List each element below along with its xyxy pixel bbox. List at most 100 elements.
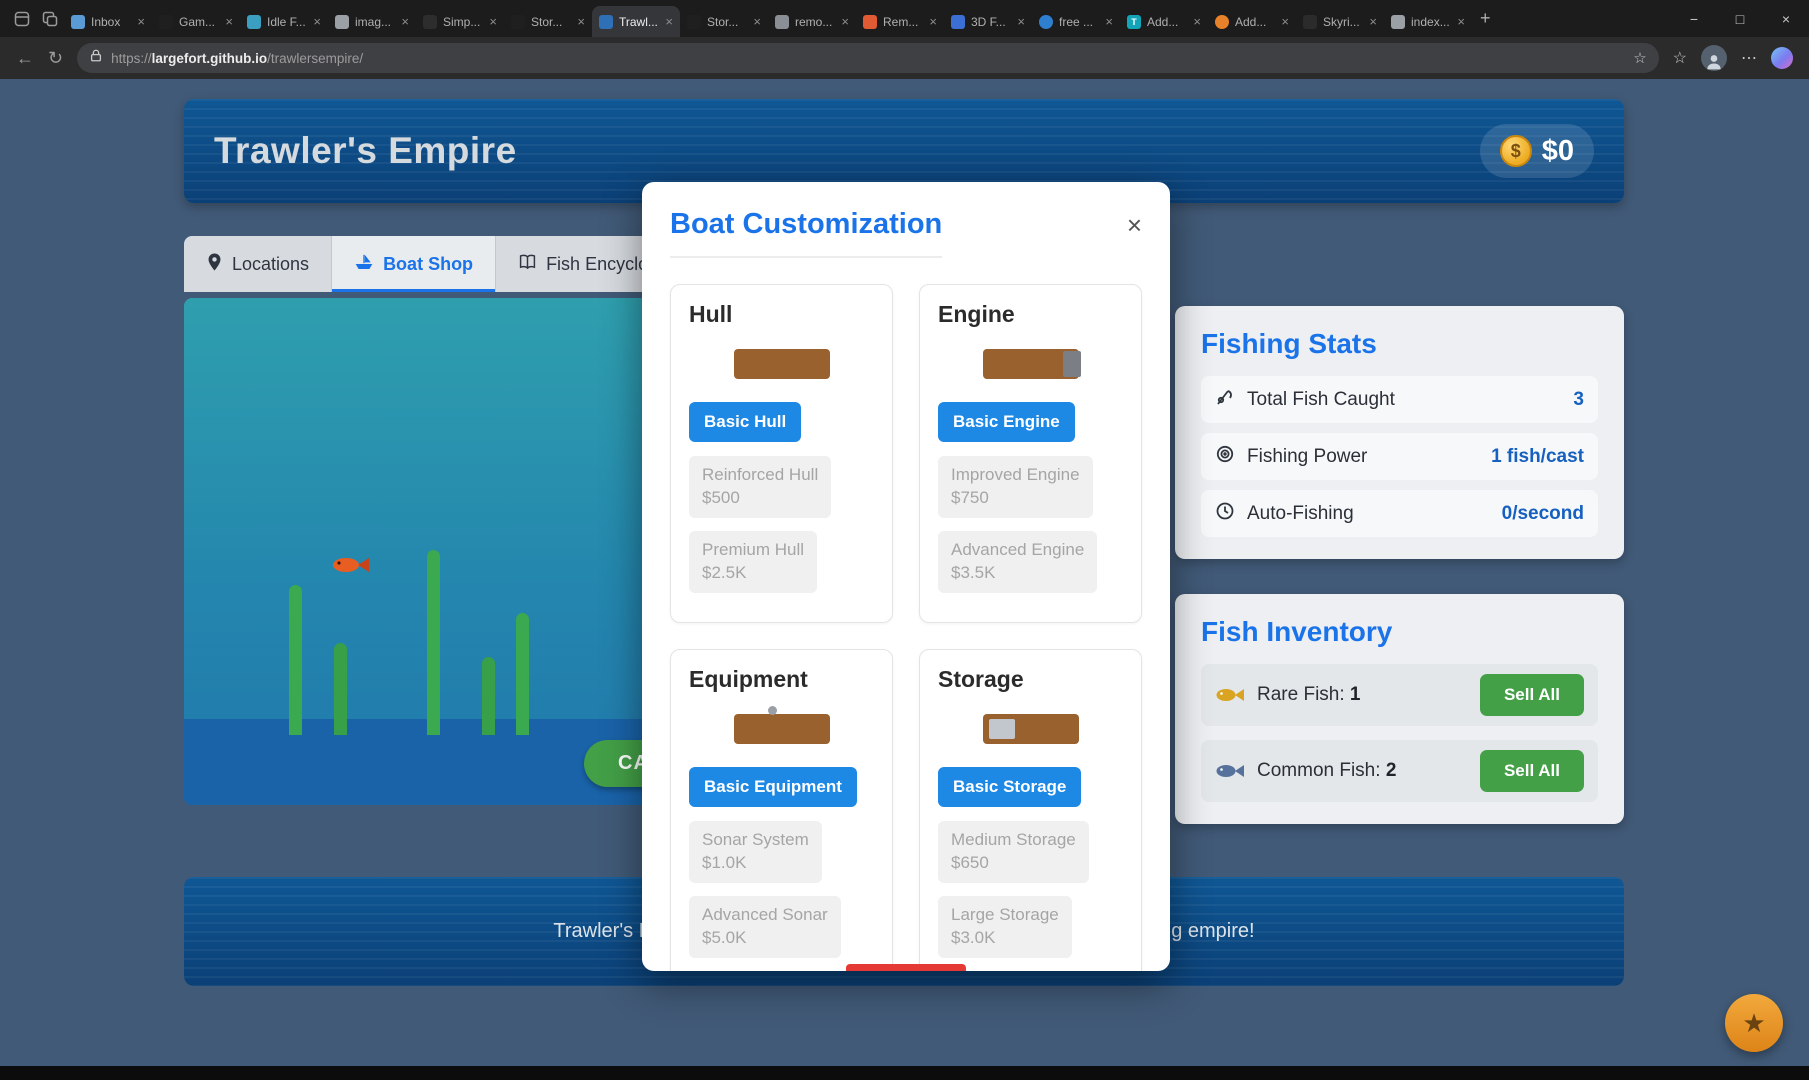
back-button[interactable]: ← — [16, 48, 34, 69]
stat-label: Total Fish Caught — [1247, 389, 1395, 411]
advanced-engine-button[interactable]: Advanced Engine$3.5K — [938, 531, 1097, 593]
browser-tab[interactable]: 3D F...× — [944, 6, 1032, 37]
browser-tab[interactable]: Inbox× — [64, 6, 152, 37]
browser-tab[interactable]: Stor... × — [680, 6, 768, 37]
url-field[interactable]: https://largefort.github.io/trawlersempi… — [77, 43, 1659, 73]
tab-close-icon[interactable]: × — [1017, 14, 1025, 29]
medium-storage-button[interactable]: Medium Storage$650 — [938, 821, 1089, 883]
bookmark-star-icon[interactable]: ☆ — [1633, 49, 1646, 67]
tab-close-icon[interactable]: × — [137, 14, 145, 29]
tab-close-icon[interactable]: × — [841, 14, 849, 29]
tab-title: Stor... — [707, 15, 747, 29]
browser-tab[interactable]: Stor...× — [504, 6, 592, 37]
tab-title: Rem... — [883, 15, 923, 29]
maximize-button[interactable]: □ — [1717, 0, 1763, 37]
profile-avatar[interactable] — [1701, 45, 1727, 71]
browser-tab[interactable]: Gam... × — [152, 6, 240, 37]
sonar-system-button[interactable]: Sonar System$1.0K — [689, 821, 822, 883]
tab-close-icon[interactable]: × — [225, 14, 233, 29]
tab-close-icon[interactable]: × — [401, 14, 409, 29]
url-text[interactable]: https://largefort.github.io/trawlersempi… — [111, 51, 363, 66]
new-tab-button[interactable]: + — [1480, 8, 1491, 29]
browser-tab[interactable]: Skyri... × — [1296, 6, 1384, 37]
browser-tab[interactable]: index...× — [1384, 6, 1472, 37]
storage-preview — [938, 697, 1123, 761]
close-window-button[interactable]: × — [1763, 0, 1809, 37]
boat-icon — [354, 252, 374, 276]
basic-storage-button[interactable]: Basic Storage — [938, 767, 1081, 807]
tab-favicon-letter: T — [1131, 17, 1137, 27]
tab-title: Add... — [1235, 15, 1275, 29]
site-info-lock-icon[interactable] — [89, 48, 103, 68]
stat-row-fishing-power: Fishing Power 1 fish/cast — [1201, 433, 1598, 480]
modal-close-icon[interactable]: × — [1127, 212, 1142, 238]
section-title: Hull — [689, 301, 874, 328]
browser-tab[interactable]: free ...× — [1032, 6, 1120, 37]
tab-favicon — [863, 15, 877, 29]
minimize-button[interactable]: − — [1671, 0, 1717, 37]
advanced-sonar-button[interactable]: Advanced Sonar$5.0K — [689, 896, 841, 958]
refresh-button[interactable]: ↻ — [48, 48, 63, 69]
section-storage: Storage Basic Storage Medium Storage$650… — [919, 649, 1142, 971]
reinforced-hull-button[interactable]: Reinforced Hull$500 — [689, 456, 831, 518]
stat-label: Auto-Fishing — [1247, 503, 1354, 525]
browser-tab[interactable]: Idle F...× — [240, 6, 328, 37]
tab-favicon — [1039, 15, 1053, 29]
tab-locations[interactable]: Locations — [184, 236, 332, 292]
tab-label: Boat Shop — [383, 254, 473, 275]
tab-boat-shop[interactable]: Boat Shop — [332, 236, 496, 292]
stat-value: 0/second — [1502, 503, 1584, 525]
tab-activity-icon[interactable] — [8, 11, 36, 27]
settings-more-icon[interactable]: ⋯ — [1741, 48, 1757, 68]
tab-close-icon[interactable]: × — [665, 14, 673, 29]
boat-hull-shape — [734, 349, 830, 379]
workspaces-icon[interactable] — [36, 11, 64, 27]
tab-close-icon[interactable]: × — [1281, 14, 1289, 29]
tab-favicon — [599, 15, 613, 29]
browser-tab-active[interactable]: Trawl...× — [592, 6, 680, 37]
tab-close-icon[interactable]: × — [929, 14, 937, 29]
tab-close-icon[interactable]: × — [1105, 14, 1113, 29]
fab-star-button[interactable]: ★ — [1725, 994, 1783, 1052]
tab-close-icon[interactable]: × — [313, 14, 321, 29]
star-icon: ★ — [1742, 1008, 1765, 1039]
boat-hull-shape — [983, 714, 1079, 744]
browser-tab[interactable]: Rem... × — [856, 6, 944, 37]
premium-hull-button[interactable]: Premium Hull$2.5K — [689, 531, 817, 593]
tab-favicon — [1215, 15, 1229, 29]
browser-tab[interactable]: Add... × — [1208, 6, 1296, 37]
sell-all-rare-button[interactable]: Sell All — [1480, 674, 1584, 716]
basic-engine-button[interactable]: Basic Engine — [938, 402, 1075, 442]
fish-inventory-title: Fish Inventory — [1201, 616, 1598, 648]
address-bar: ← ↻ https://largefort.github.io/trawlers… — [0, 37, 1809, 79]
modal-close-button-edge[interactable] — [846, 964, 966, 971]
coin-icon: $ — [1500, 135, 1532, 167]
tab-close-icon[interactable]: × — [577, 14, 585, 29]
stat-label: Fishing Power — [1247, 446, 1367, 468]
basic-equipment-button[interactable]: Basic Equipment — [689, 767, 857, 807]
tab-close-icon[interactable]: × — [753, 14, 761, 29]
basic-hull-button[interactable]: Basic Hull — [689, 402, 801, 442]
tab-title: Add... — [1147, 15, 1187, 29]
tab-close-icon[interactable]: × — [1193, 14, 1201, 29]
copilot-icon[interactable] — [1771, 47, 1793, 69]
favorites-icon[interactable]: ☆ — [1673, 48, 1687, 68]
improved-engine-button[interactable]: Improved Engine$750 — [938, 456, 1093, 518]
tab-title: Skyri... — [1323, 15, 1363, 29]
sell-all-common-button[interactable]: Sell All — [1480, 750, 1584, 792]
tab-close-icon[interactable]: × — [489, 14, 497, 29]
large-storage-button[interactable]: Large Storage$3.0K — [938, 896, 1072, 958]
browser-tab[interactable]: T Add... × — [1120, 6, 1208, 37]
tab-title: Gam... — [179, 15, 219, 29]
tab-close-icon[interactable]: × — [1369, 14, 1377, 29]
tab-close-icon[interactable]: × — [1457, 14, 1465, 29]
browser-tabstrip: Inbox× Gam... × Idle F...× imag...× Simp.… — [0, 0, 1809, 37]
browser-tab[interactable]: imag...× — [328, 6, 416, 37]
browser-tab[interactable]: remo... × — [768, 6, 856, 37]
seaweed — [427, 550, 440, 735]
browser-tab[interactable]: Simp...× — [416, 6, 504, 37]
engine-preview — [938, 332, 1123, 396]
inventory-row-common-fish: Common Fish: 2 Sell All — [1201, 740, 1598, 802]
inventory-count: 2 — [1386, 760, 1397, 781]
tab-title: remo... — [795, 15, 835, 29]
